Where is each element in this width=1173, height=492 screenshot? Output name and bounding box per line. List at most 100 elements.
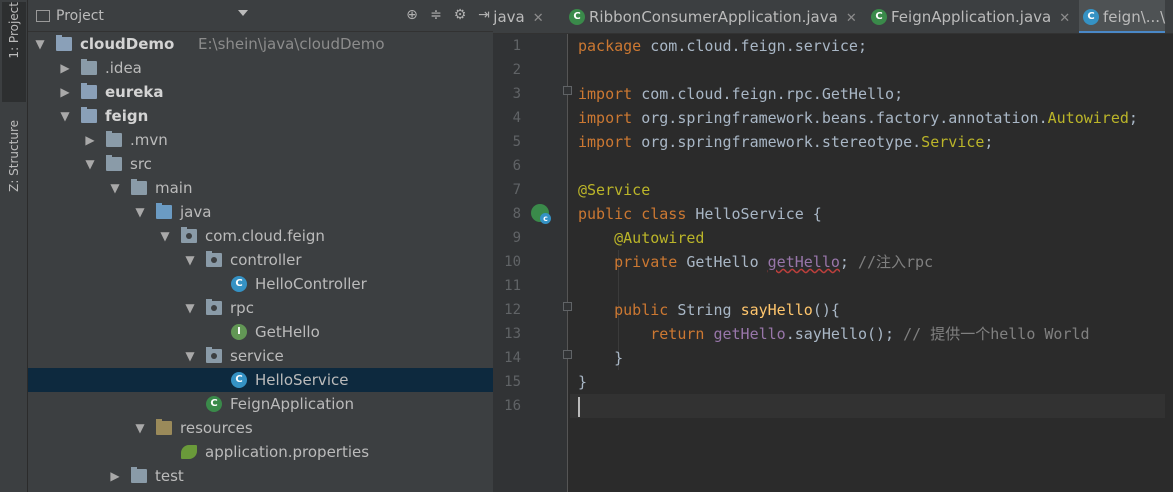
tree-item-label: test [155, 467, 184, 485]
tree-item[interactable]: C HelloController [28, 272, 493, 296]
source-folder-icon [156, 203, 172, 219]
tree-item[interactable]: ▶ eureka [28, 80, 493, 104]
expand-arrow-icon[interactable]: ▼ [34, 32, 46, 56]
line-number: 7 [512, 182, 521, 198]
interface-icon: I [231, 324, 247, 340]
line-number: 14 [504, 350, 521, 366]
line-number: 11 [504, 278, 521, 294]
code-line-1: package com.cloud.feign.service; [578, 37, 867, 55]
tree-item[interactable]: ▼ main [28, 176, 493, 200]
tree-item[interactable]: application.properties [28, 440, 493, 464]
expand-arrow-icon[interactable]: ▼ [184, 344, 196, 368]
code-line-10: private GetHello getHello; //注入rpc [614, 253, 934, 271]
collapse-arrow-icon[interactable]: ▶ [84, 128, 96, 152]
line-number: 2 [512, 62, 521, 78]
spring-class-icon: C [206, 396, 222, 412]
code-line-15: } [578, 373, 588, 391]
tree-item[interactable]: ▶ .idea [28, 56, 493, 80]
tree-item-label: .idea [105, 59, 142, 77]
code-line-16 [570, 394, 1165, 418]
tree-item[interactable]: C HelloService [28, 368, 493, 392]
tree-item[interactable]: ▼ cloudDemo E:\shein\java\cloudDemo [28, 32, 493, 56]
tree-item-label: HelloController [255, 275, 367, 293]
expand-arrow-icon[interactable]: ▼ [134, 200, 146, 224]
tree-item[interactable]: ▶ test [28, 464, 493, 488]
editor-tab-label: n.java [493, 8, 525, 26]
line-number: 12 [504, 302, 521, 318]
collapse-arrow-icon[interactable]: ▶ [109, 464, 121, 488]
code-area[interactable]: package com.cloud.feign.service; import … [570, 34, 1173, 492]
spring-bean-gutter-icon[interactable]: c [531, 204, 551, 224]
expand-arrow-icon[interactable]: ▼ [184, 248, 196, 272]
resources-folder-icon [156, 419, 172, 435]
code-line-4: import org.springframework.beans.factory… [578, 109, 1138, 127]
fold-marker-icon[interactable] [563, 350, 572, 359]
tree-item[interactable]: ▶ .mvn [28, 128, 493, 152]
code-line-13: return getHello.sayHello(); // 提供一个hello… [650, 325, 1090, 343]
close-icon[interactable]: ✕ [533, 11, 544, 26]
tree-item-label: GetHello [255, 323, 320, 341]
hide-panel-icon[interactable]: ⇥ [475, 6, 493, 24]
tree-item[interactable]: ▼ com.cloud.feign [28, 224, 493, 248]
fold-marker-icon[interactable] [563, 302, 572, 311]
expand-arrow-icon[interactable]: ▼ [84, 152, 96, 176]
locate-icon[interactable]: ⊕ [403, 6, 421, 24]
tree-item[interactable]: I GetHello [28, 320, 493, 344]
expand-arrow-icon[interactable]: ▼ [59, 104, 71, 128]
line-number: 15 [504, 374, 521, 390]
tree-item-label: com.cloud.feign [205, 227, 325, 245]
gear-icon[interactable]: ⚙ [451, 6, 469, 24]
spring-properties-icon [181, 445, 197, 459]
line-number: 6 [512, 158, 521, 174]
expand-arrow-icon[interactable]: ▼ [109, 176, 121, 200]
expand-arrow-icon[interactable]: ▼ [134, 416, 146, 440]
fold-marker-icon[interactable] [563, 86, 572, 95]
tree-item[interactable]: ▼ src [28, 152, 493, 176]
package-icon [206, 299, 222, 315]
expand-arrow-icon[interactable]: ▼ [159, 224, 171, 248]
line-number: 8 [512, 206, 521, 222]
folder-icon [106, 131, 122, 147]
tree-item[interactable]: ▼ resources [28, 416, 493, 440]
project-view-selector[interactable]: Project [56, 8, 104, 24]
tree-item[interactable]: ▼ rpc [28, 296, 493, 320]
line-number: 3 [512, 86, 521, 102]
code-line-5: import org.springframework.stereotype.Se… [578, 133, 994, 151]
editor-tab[interactable]: C RibbonConsumerApplication.java ✕ [565, 0, 857, 33]
structure-tool-label: Z: Structure [7, 120, 21, 192]
tree-item[interactable]: ▼ java [28, 200, 493, 224]
editor-tab-bar: n.java✕CRibbonConsumerApplication.java✕C… [493, 0, 1173, 34]
line-number: 5 [512, 134, 521, 150]
chevron-down-icon[interactable] [238, 10, 248, 16]
code-line-7: @Service [578, 181, 651, 199]
tree-item[interactable]: ▼ controller [28, 248, 493, 272]
project-tool-button[interactable]: 1: Project [2, 2, 26, 102]
tree-item[interactable]: C FeignApplication [28, 392, 493, 416]
close-icon[interactable]: ✕ [846, 11, 857, 26]
collapse-arrow-icon[interactable]: ▶ [59, 56, 71, 80]
line-number: 9 [512, 230, 521, 246]
collapse-arrow-icon[interactable]: ▶ [59, 80, 71, 104]
line-number: 1 [512, 38, 521, 54]
code-line-3: import com.cloud.feign.rpc.GetHello; [578, 85, 904, 103]
tree-item-label: controller [230, 251, 302, 269]
editor-tab-label: RibbonConsumerApplication.java [589, 8, 838, 26]
editor-tab[interactable]: C FeignApplication.java ✕ [867, 0, 1070, 33]
project-view-icon [36, 9, 50, 22]
expand-arrow-icon[interactable]: ▼ [184, 296, 196, 320]
editor-tab[interactable]: n.java ✕ [493, 0, 544, 33]
collapse-all-icon[interactable]: ≑ [427, 6, 445, 24]
line-number: 10 [504, 254, 521, 270]
tree-item-label: eureka [105, 83, 164, 101]
editor-tab[interactable]: Cfeign\...\ [1079, 0, 1166, 33]
close-icon[interactable]: ✕ [1059, 11, 1070, 26]
package-icon [206, 251, 222, 267]
line-number: 13 [504, 326, 521, 342]
folder-icon [81, 59, 97, 75]
tree-item-label: application.properties [205, 443, 370, 461]
tree-item[interactable]: ▼ feign [28, 104, 493, 128]
tree-item-label: rpc [230, 299, 254, 317]
tree-item-label: HelloService [255, 371, 349, 389]
structure-tool-button[interactable]: Z: Structure [2, 120, 26, 230]
tree-item[interactable]: ▼ service [28, 344, 493, 368]
